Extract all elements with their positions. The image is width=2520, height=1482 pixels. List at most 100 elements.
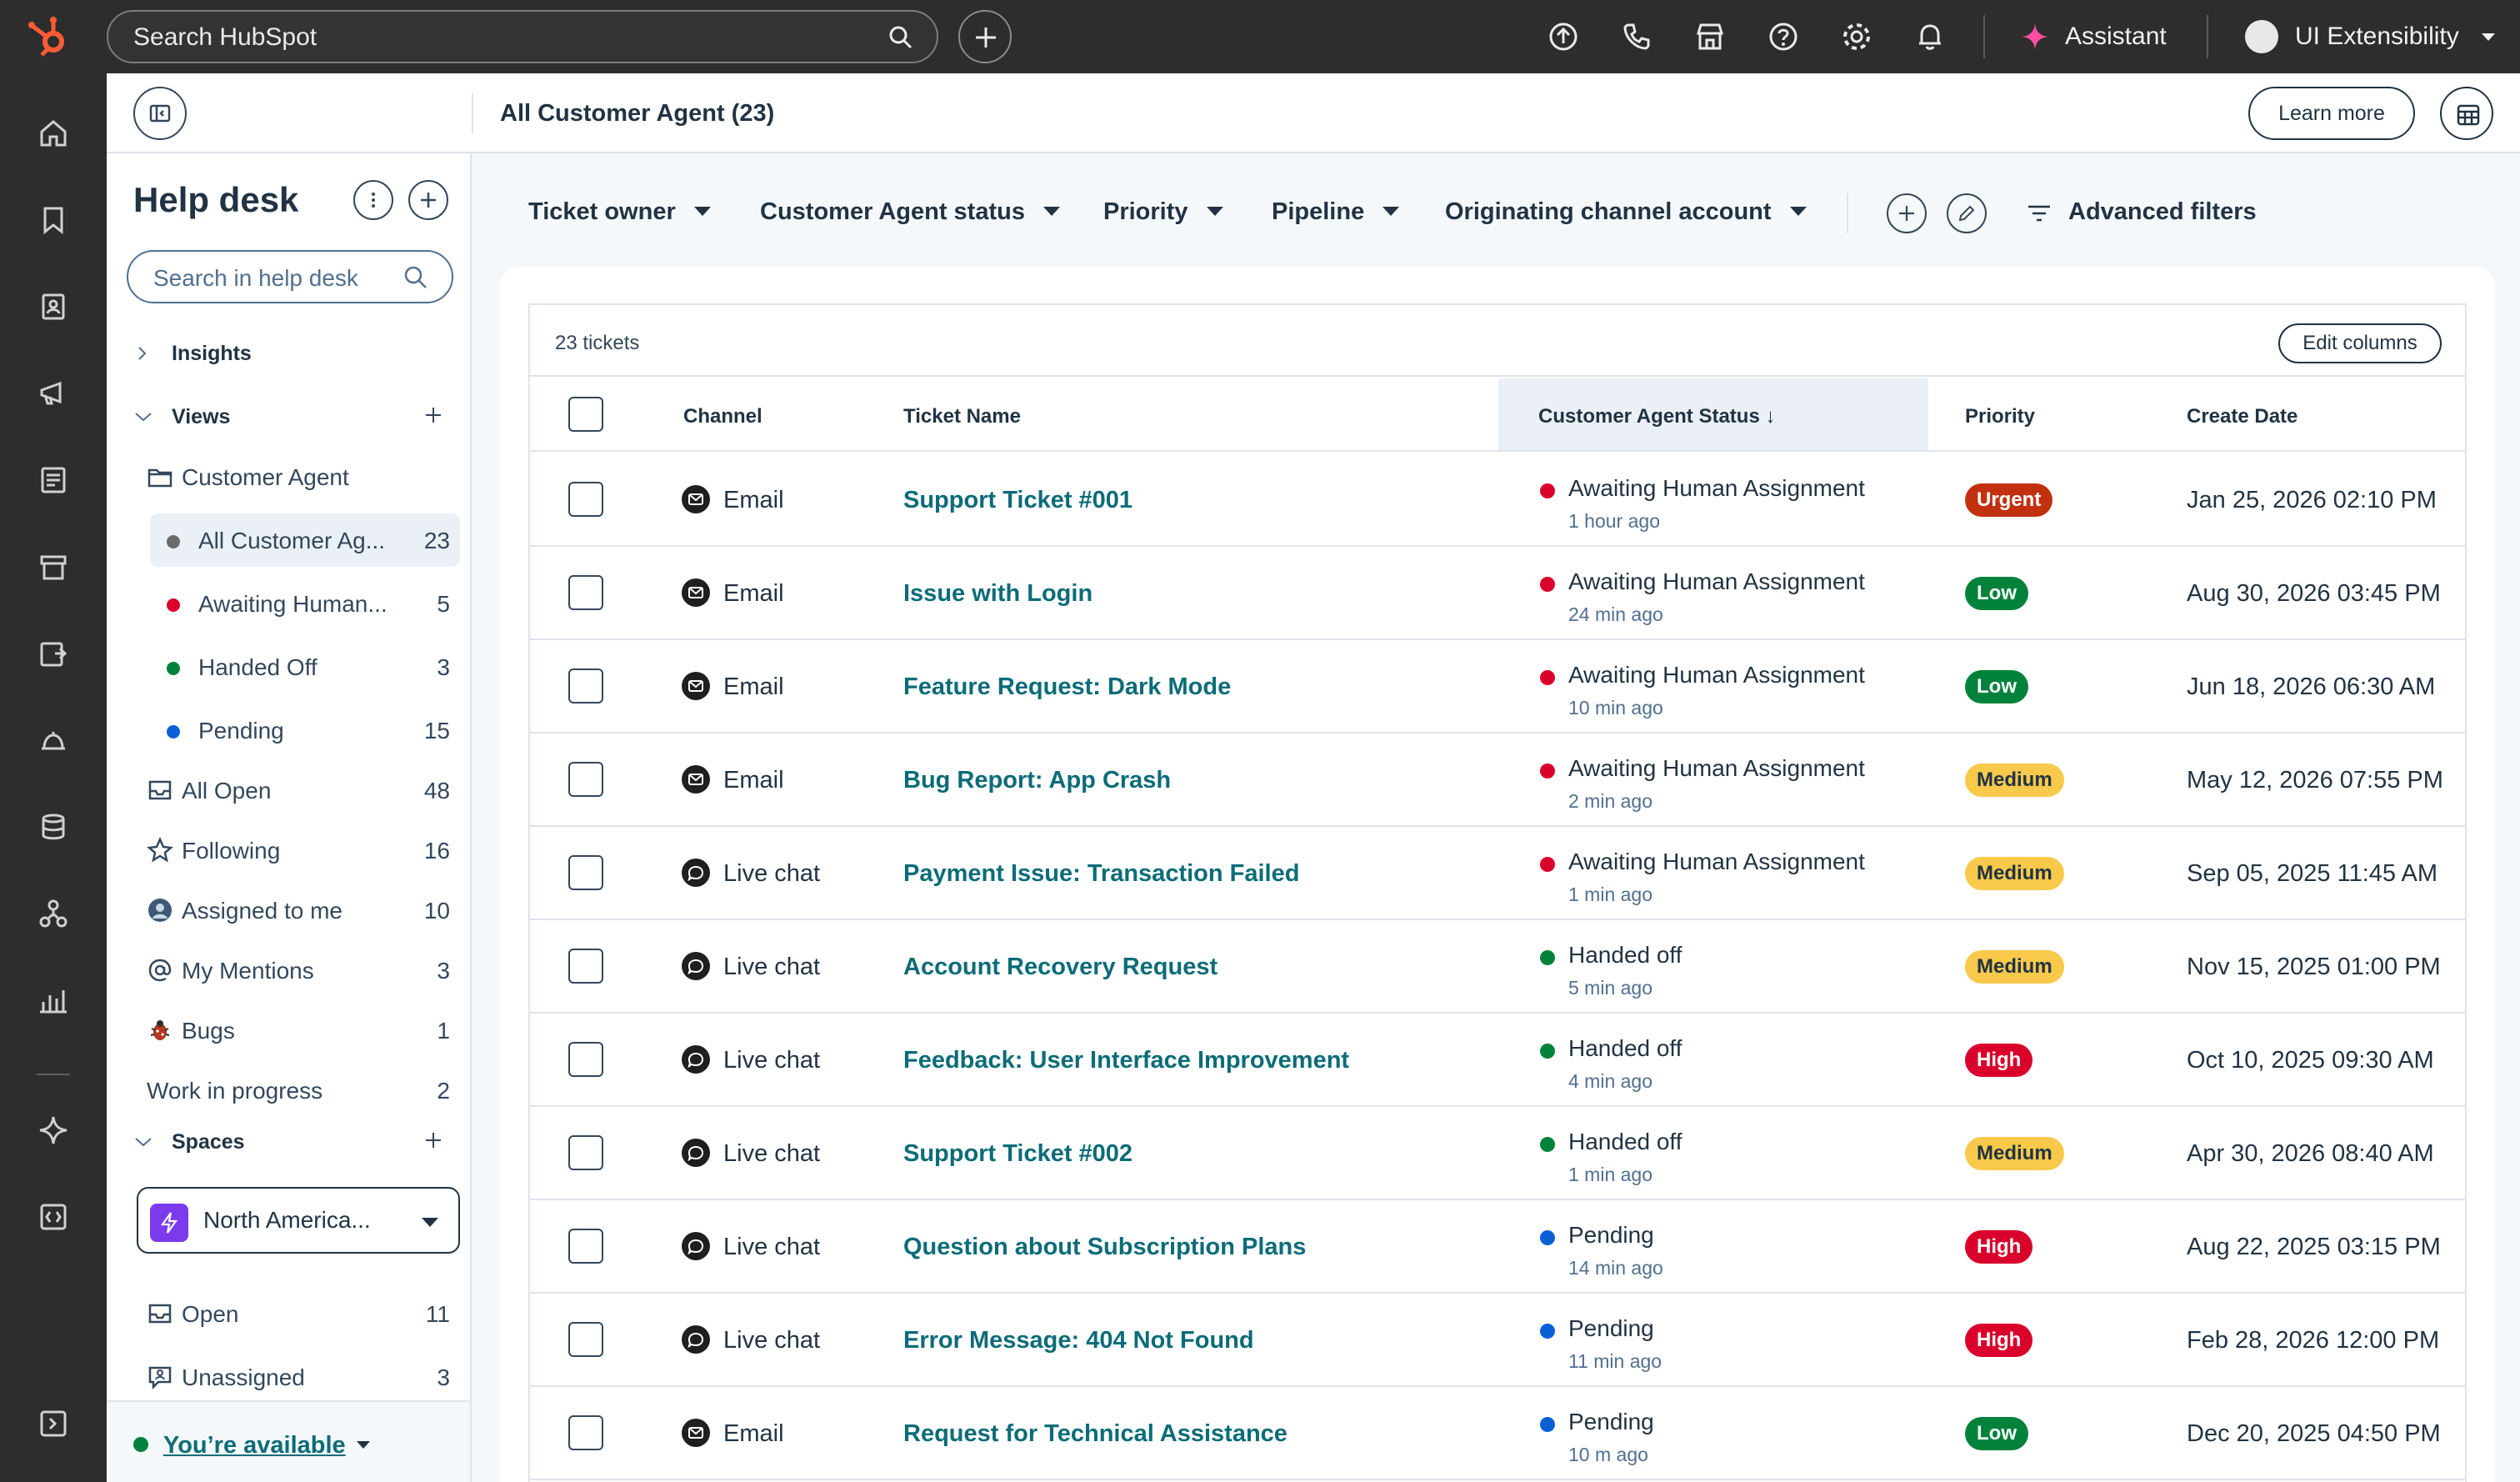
- help-desk-search-input[interactable]: Search in help desk: [127, 250, 453, 303]
- table-view-button[interactable]: [2440, 87, 2493, 140]
- calling-icon[interactable]: [1620, 20, 1653, 53]
- table-row[interactable]: Email Issue with Login Awaiting Human Assi…: [530, 547, 2465, 640]
- app-objects-icon[interactable]: [37, 1200, 70, 1234]
- sidebar-item-awaiting-human[interactable]: Awaiting Human... 5: [150, 577, 460, 630]
- ticket-name-link[interactable]: Error Message: 404 Not Found: [903, 1327, 1254, 1354]
- sidebar-item-pending[interactable]: Pending 15: [150, 703, 460, 757]
- global-search-input[interactable]: Search HubSpot: [107, 10, 938, 63]
- bookmark-icon[interactable]: [37, 203, 70, 237]
- column-header-priority[interactable]: Priority: [1965, 405, 2035, 428]
- row-checkbox[interactable]: [568, 1415, 603, 1450]
- sidebar-add-button[interactable]: [408, 180, 448, 220]
- sidebar-item-label: All Customer Ag...: [198, 528, 386, 553]
- ticket-name-link[interactable]: Feature Request: Dark Mode: [903, 673, 1231, 701]
- ticket-name-link[interactable]: Support Ticket #002: [903, 1140, 1132, 1168]
- ticket-name-link[interactable]: Issue with Login: [903, 580, 1092, 608]
- sidebar-item-customer-agent[interactable]: Customer Agent: [133, 450, 460, 503]
- expand-nav-icon[interactable]: [37, 1407, 70, 1440]
- content-icon[interactable]: [37, 463, 70, 497]
- row-checkbox[interactable]: [568, 482, 603, 517]
- lightning-icon: [160, 1212, 178, 1234]
- service-icon[interactable]: [37, 723, 70, 757]
- filter-ticket-owner[interactable]: Ticket owner: [528, 198, 711, 226]
- select-all-checkbox[interactable]: [568, 397, 603, 432]
- sidebar-item-space-open[interactable]: Open 11: [133, 1287, 460, 1340]
- filter-priority[interactable]: Priority: [1103, 198, 1223, 226]
- row-checkbox[interactable]: [568, 575, 603, 610]
- collapse-sidebar-button[interactable]: [133, 87, 187, 140]
- page-title: All Customer Agent (23): [500, 100, 775, 127]
- ticket-name-link[interactable]: Payment Issue: Transaction Failed: [903, 860, 1299, 888]
- column-header-channel[interactable]: Channel: [683, 405, 762, 428]
- sidebar-item-handed-off[interactable]: Handed Off 3: [150, 640, 460, 693]
- add-space-icon[interactable]: [423, 1130, 443, 1150]
- row-checkbox[interactable]: [568, 668, 603, 703]
- add-filter-button[interactable]: [1887, 193, 1927, 233]
- sidebar-item-work-in-progress[interactable]: Work in progress 2: [133, 1064, 460, 1117]
- automation-icon[interactable]: [37, 637, 70, 670]
- sidebar-item-all-open[interactable]: All Open 48: [133, 764, 460, 817]
- add-view-icon[interactable]: [423, 405, 443, 425]
- account-menu[interactable]: UI Extensibility: [2245, 17, 2512, 57]
- table-row[interactable]: Email Support Ticket #001 Awaiting Human A…: [530, 453, 2465, 547]
- table-row[interactable]: Email Feature Request: Dark Mode Awaiting …: [530, 640, 2465, 733]
- table-row[interactable]: Live chat Support Ticket #002 Handed off 1 …: [530, 1107, 2465, 1200]
- hubspot-logo-icon[interactable]: [23, 13, 73, 60]
- table-row[interactable]: Email Bug Report: App Crash Awaiting Human…: [530, 733, 2465, 827]
- row-checkbox[interactable]: [568, 1042, 603, 1077]
- filter-pipeline[interactable]: Pipeline: [1272, 198, 1400, 226]
- marketing-icon[interactable]: [37, 377, 70, 410]
- development-icon[interactable]: [37, 897, 70, 930]
- ticket-name-link[interactable]: Account Recovery Request: [903, 954, 1218, 981]
- table-row[interactable]: Email Request for Technical Assistance Pen…: [530, 1387, 2465, 1480]
- table-row[interactable]: Live chat Account Recovery Request Handed …: [530, 920, 2465, 1014]
- learn-more-button[interactable]: Learn more: [2248, 87, 2415, 140]
- sidebar-item-following[interactable]: Following 16: [133, 824, 460, 877]
- ticket-name-link[interactable]: Support Ticket #001: [903, 487, 1132, 514]
- availability-toggle[interactable]: You’re available: [107, 1400, 470, 1482]
- ticket-name-link[interactable]: Question about Subscription Plans: [903, 1234, 1306, 1261]
- home-icon[interactable]: [37, 117, 70, 150]
- ticket-name-link[interactable]: Bug Report: App Crash: [903, 767, 1171, 794]
- sidebar-item-assigned-to-me[interactable]: Assigned to me 10: [133, 884, 460, 937]
- sidebar-more-button[interactable]: [353, 180, 393, 220]
- edit-columns-button[interactable]: Edit columns: [2278, 323, 2442, 363]
- sidebar-item-space-unassigned[interactable]: Unassigned 3: [133, 1350, 460, 1404]
- breeze-icon[interactable]: [37, 1114, 70, 1147]
- sidebar-item-all-customer-agent[interactable]: All Customer Ag... 23: [150, 513, 460, 567]
- row-checkbox[interactable]: [568, 1322, 603, 1357]
- table-row[interactable]: Live chat Error Message: 404 Not Found Pen…: [530, 1294, 2465, 1387]
- row-checkbox[interactable]: [568, 1135, 603, 1170]
- priority-badge: Medium: [1965, 1137, 2064, 1170]
- edit-filters-button[interactable]: [1947, 193, 1987, 233]
- sidebar-item-bugs[interactable]: Bugs 1: [133, 1004, 460, 1057]
- column-header-create-date[interactable]: Create Date: [2187, 405, 2298, 428]
- space-select[interactable]: North America...: [137, 1187, 460, 1254]
- data-icon[interactable]: [37, 810, 70, 844]
- column-header-status[interactable]: Customer Agent Status ↓: [1538, 405, 1775, 428]
- ticket-name-link[interactable]: Feedback: User Interface Improvement: [903, 1047, 1349, 1074]
- contacts-icon[interactable]: [37, 290, 70, 323]
- row-checkbox[interactable]: [568, 949, 603, 984]
- row-checkbox[interactable]: [568, 855, 603, 890]
- table-row[interactable]: Live chat Question about Subscription Pla…: [530, 1200, 2465, 1294]
- notifications-icon[interactable]: [1913, 20, 1947, 53]
- upgrade-icon[interactable]: [1547, 20, 1580, 53]
- table-row[interactable]: Live chat Payment Issue: Transaction Fail…: [530, 827, 2465, 920]
- filter-label: Customer Agent status: [760, 198, 1025, 225]
- marketplace-icon[interactable]: [1693, 20, 1727, 53]
- quick-create-button[interactable]: [958, 10, 1012, 63]
- sidebar-item-label: Pending: [198, 718, 284, 744]
- settings-icon[interactable]: [1840, 20, 1873, 53]
- filter-customer-agent-status[interactable]: Customer Agent status: [760, 198, 1060, 226]
- reports-icon[interactable]: [37, 984, 70, 1017]
- sidebar-item-my-mentions[interactable]: My Mentions 3: [133, 944, 460, 997]
- row-checkbox[interactable]: [568, 1229, 603, 1264]
- row-checkbox[interactable]: [568, 762, 603, 797]
- filter-originating-channel-account[interactable]: Originating channel account: [1445, 198, 1807, 226]
- commerce-icon[interactable]: [37, 550, 70, 583]
- column-header-ticket-name[interactable]: Ticket Name: [903, 405, 1021, 428]
- help-icon[interactable]: [1767, 20, 1800, 53]
- table-row[interactable]: Live chat Feedback: User Interface Improv…: [530, 1014, 2465, 1107]
- ticket-name-link[interactable]: Request for Technical Assistance: [903, 1420, 1288, 1448]
